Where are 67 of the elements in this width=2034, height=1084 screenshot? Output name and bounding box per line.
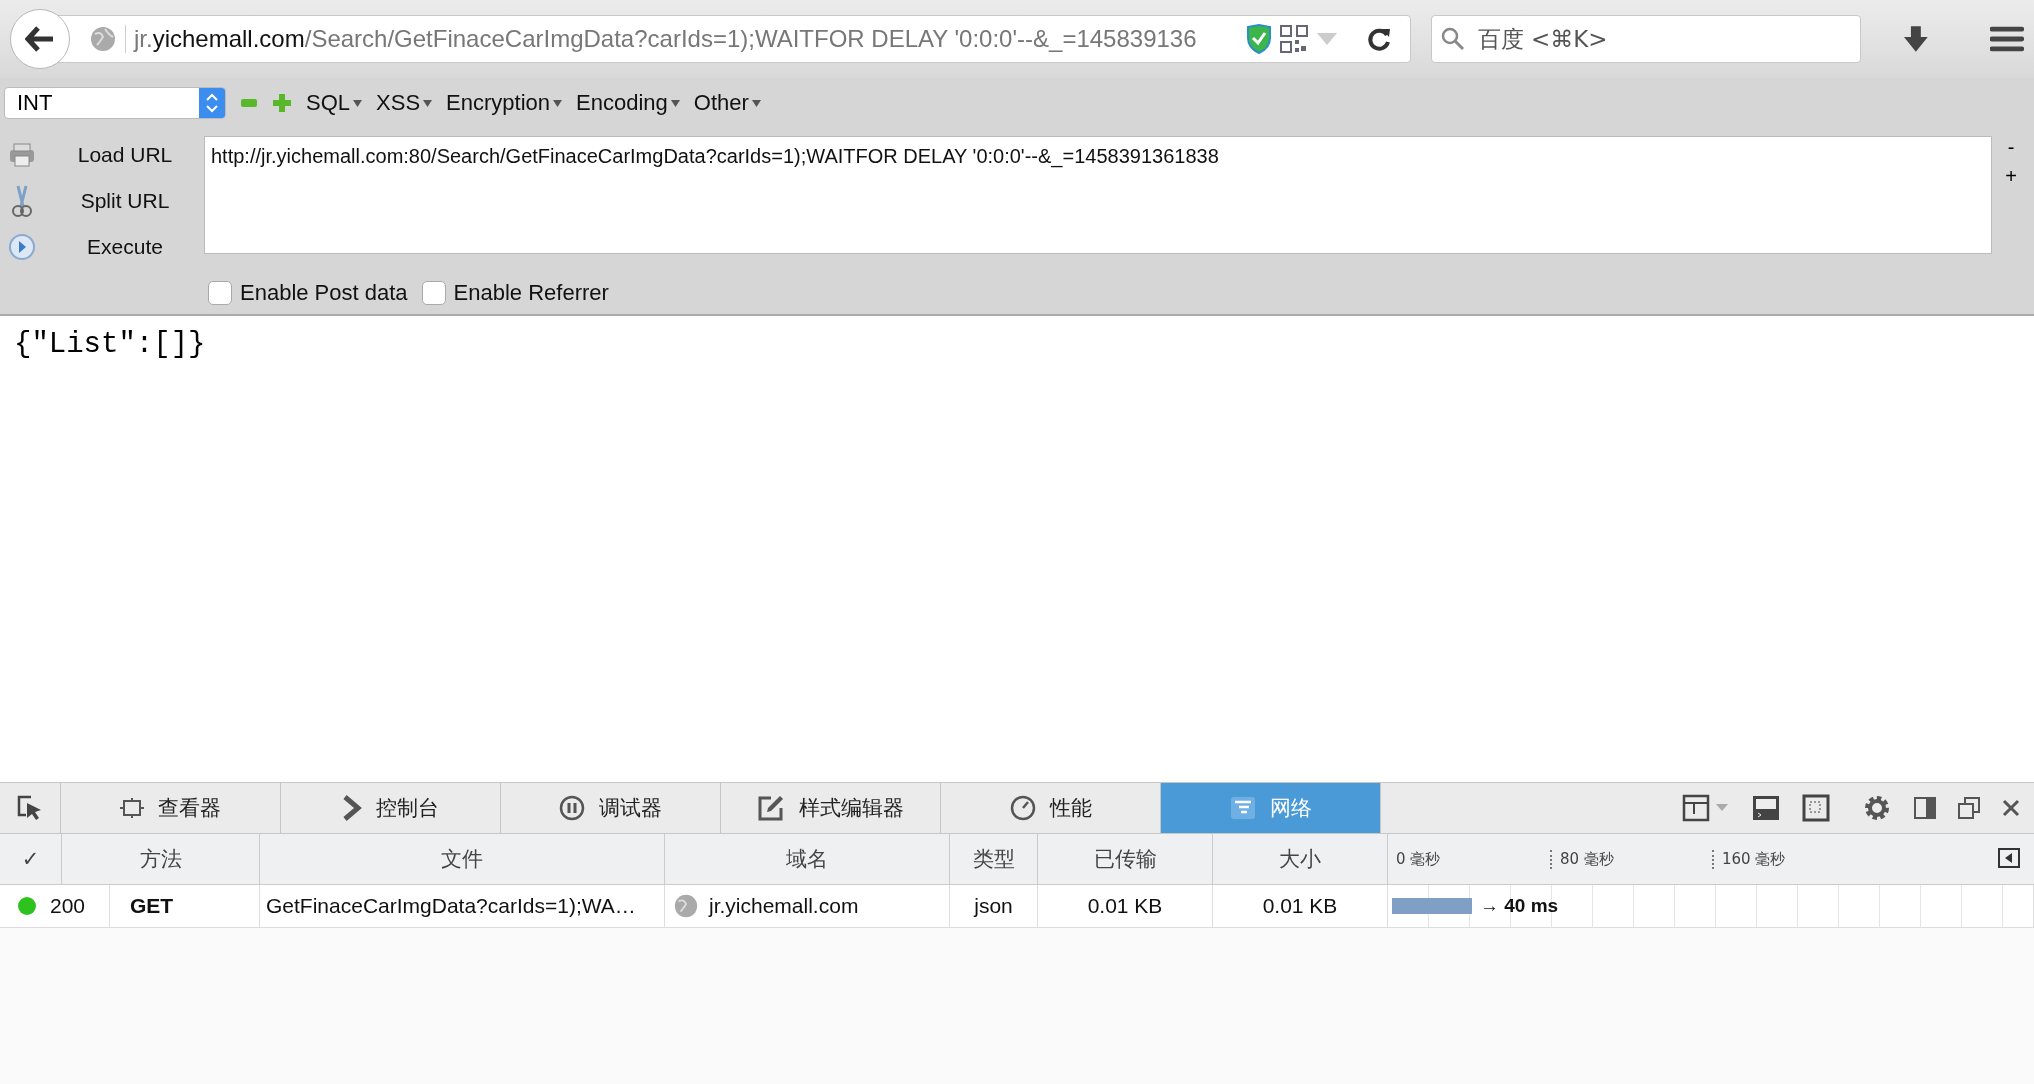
caret-icon xyxy=(353,99,363,107)
type-select[interactable]: INT xyxy=(4,87,226,119)
edit-icon xyxy=(757,794,785,822)
domain-name: jr.yichemall.com xyxy=(709,894,859,918)
timeline-tick: 0 毫秒 xyxy=(1395,849,1442,869)
caret-icon xyxy=(751,99,761,107)
action-button[interactable]: Load URL xyxy=(4,136,204,174)
timeline-tick: 160 毫秒 xyxy=(1712,849,1874,869)
download-arrow-icon[interactable] xyxy=(1902,25,1929,53)
checkbox-label: Enable Post data xyxy=(240,280,408,306)
updown-arrows-icon xyxy=(205,92,219,114)
menu-dropdown[interactable]: XSS xyxy=(376,90,433,116)
pause-icon xyxy=(559,795,585,821)
transferred-size: 0.01 KB xyxy=(1087,894,1163,918)
chevron-icon xyxy=(342,795,362,821)
gauge-icon xyxy=(1009,795,1036,821)
status-code: 200 xyxy=(50,894,86,918)
shield-check-icon xyxy=(1245,24,1272,54)
request-method: GET xyxy=(130,894,174,918)
menu-icon[interactable] xyxy=(1990,26,2024,52)
waterfall-icon xyxy=(1229,796,1256,820)
url-input[interactable]: http://jr.yichemall.com:80/Search/GetFinaceCarImgData?carIds=1);WAITFOR DELAY '0:0:0'--&_=1458391361838 xyxy=(204,136,1992,254)
resize-button[interactable]: - xyxy=(2003,136,2019,159)
timeline-tick: 80 毫秒 xyxy=(1550,849,1712,869)
action-button[interactable]: Split URL xyxy=(4,182,204,220)
menu-dropdown[interactable]: SQL xyxy=(306,90,363,116)
column-header[interactable]: 大小 xyxy=(1213,834,1388,884)
content-type: json xyxy=(974,894,1013,918)
frame-icon[interactable] xyxy=(1802,794,1830,822)
timing-label: → 40 ms xyxy=(1480,895,1559,917)
play-icon xyxy=(8,233,36,261)
menu-dropdown[interactable]: Encoding xyxy=(576,90,680,116)
action-button[interactable]: Execute xyxy=(4,228,204,266)
caret-icon xyxy=(670,99,680,107)
menu-dropdown[interactable]: Encryption xyxy=(446,90,562,116)
checkbox[interactable] xyxy=(421,281,446,305)
json-response: {"List":[]} xyxy=(14,328,206,361)
column-header[interactable]: 已传输 xyxy=(1038,834,1213,884)
column-header[interactable]: ✓ xyxy=(0,834,62,884)
file-name: GetFinaceCarImgData?carIds=1);WA… xyxy=(266,894,636,918)
file-size: 0.01 KB xyxy=(1262,894,1338,918)
window-icon[interactable] xyxy=(1958,797,1980,819)
close-icon[interactable] xyxy=(2002,799,2020,817)
menu-dropdown[interactable]: Other xyxy=(693,90,761,116)
caret-icon xyxy=(423,99,433,107)
printer-icon xyxy=(8,142,36,168)
reload-icon[interactable] xyxy=(1365,26,1392,52)
collapse-panel-icon[interactable] xyxy=(1998,848,2020,868)
resize-button[interactable]: + xyxy=(2001,165,2021,188)
back-arrow-icon xyxy=(25,26,55,52)
column-header[interactable]: 文件 xyxy=(260,834,665,884)
search-field[interactable]: 百度 <⌘K> xyxy=(1430,15,1861,63)
qr-code-icon xyxy=(1279,25,1308,53)
pick-element-icon[interactable] xyxy=(17,795,43,821)
box-icon xyxy=(120,798,144,818)
column-header[interactable]: 域名 xyxy=(665,834,950,884)
settings-icon[interactable] xyxy=(1862,793,1892,823)
url-text: jr.yichemall.com/Search/GetFinaceCarImgData?carIds=1);WAITFOR DELAY '0:0:0'--&_=145839136 xyxy=(125,25,1238,53)
split-console-icon[interactable] xyxy=(1752,795,1780,821)
caret-icon xyxy=(553,99,562,107)
layout-dropdown-icon[interactable] xyxy=(1682,794,1730,822)
search-icon xyxy=(1440,27,1465,51)
column-header[interactable]: 方法 xyxy=(62,834,260,884)
dock-side-icon[interactable] xyxy=(1914,797,1936,819)
checkbox-label: Enable Referrer xyxy=(453,280,609,306)
column-header[interactable]: 类型 xyxy=(950,834,1038,884)
checkbox[interactable] xyxy=(208,281,232,305)
